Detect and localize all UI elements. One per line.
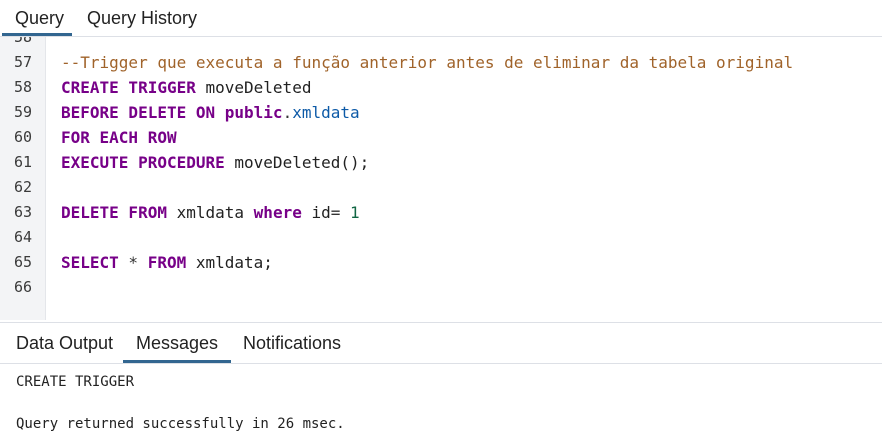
line-number: 59: [13, 103, 33, 121]
code-token: xmldata: [166, 203, 254, 222]
code-token: moveDeleted: [195, 78, 312, 97]
code-line: 60 FOR EACH ROW: [0, 125, 882, 150]
line-number: 58: [13, 78, 33, 96]
code-token: SELECT: [61, 253, 119, 272]
code-text: EXECUTE PROCEDURE moveDeleted();: [61, 150, 369, 175]
results-tab-bar: Data Output Messages Notifications: [0, 323, 882, 364]
code-token: public: [224, 103, 283, 122]
code-token: FOR EACH ROW: [61, 128, 177, 147]
code-line: 59 BEFORE DELETE ON public.xmldata: [0, 100, 882, 125]
code-token: moveDeleted();: [224, 153, 370, 172]
line-number: 61: [13, 153, 33, 171]
code-token: xmldata: [292, 103, 360, 122]
line-number: 66: [13, 278, 33, 296]
active-results-tab-indicator: [123, 360, 231, 363]
code-token: =: [330, 203, 341, 222]
message-line: CREATE TRIGGER: [16, 374, 135, 390]
results-panel: Data Output Messages Notifications CREAT…: [0, 322, 882, 446]
line-number: 57: [13, 53, 33, 71]
code-token: CREATE TRIGGER: [61, 78, 196, 97]
code-line: 58 CREATE TRIGGER moveDeleted: [0, 75, 882, 100]
code-token: BEFORE DELETE ON: [61, 103, 216, 122]
code-text: SELECT * FROM xmldata;: [61, 250, 273, 275]
code-line: 62: [0, 175, 882, 200]
line-number: 60: [13, 128, 33, 146]
tab-messages[interactable]: Messages: [136, 323, 218, 363]
code-line: 61 EXECUTE PROCEDURE moveDeleted();: [0, 150, 882, 175]
line-number: 65: [13, 253, 33, 271]
code-token: --Trigger que executa a função anterior …: [61, 53, 794, 72]
code-token: 1: [340, 203, 360, 222]
code-text: DELETE FROM xmldata where id= 1: [61, 200, 360, 225]
code-text: FOR EACH ROW: [61, 125, 177, 150]
code-token: FROM: [147, 253, 187, 272]
line-number: 63: [13, 203, 33, 221]
line-number: 62: [13, 178, 33, 196]
code-token: .: [282, 103, 293, 122]
code-token: *: [118, 253, 148, 272]
tab-query-history[interactable]: Query History: [87, 0, 197, 37]
code-line: 64: [0, 225, 882, 250]
code-token: where: [253, 203, 302, 222]
code-text: BEFORE DELETE ON public.xmldata: [61, 100, 360, 125]
code-line: 58: [0, 37, 882, 50]
line-number: 64: [13, 228, 33, 246]
code-token: DELETE FROM: [61, 203, 167, 222]
code-line: 57 --Trigger que executa a função anterio…: [0, 50, 882, 75]
code-token: EXECUTE PROCEDURE: [61, 153, 225, 172]
sql-editor[interactable]: 58 57 --Trigger que executa a função anter…: [0, 37, 882, 320]
code-token: xmldata;: [186, 253, 273, 272]
message-line: Query returned successfully in 26 msec.: [16, 416, 345, 432]
code-text: --Trigger que executa a função anterior …: [61, 50, 793, 75]
tab-query[interactable]: Query: [15, 0, 64, 37]
tab-data-output[interactable]: Data Output: [16, 323, 113, 363]
active-tab-indicator: [2, 33, 72, 36]
query-tab-bar: Query Query History: [0, 0, 882, 37]
code-text: CREATE TRIGGER moveDeleted: [61, 75, 311, 100]
code-line: 63 DELETE FROM xmldata where id= 1: [0, 200, 882, 225]
code-line: 65 SELECT * FROM xmldata;: [0, 250, 882, 275]
code-line: 66: [0, 275, 882, 300]
code-token: id: [301, 203, 331, 222]
tab-notifications[interactable]: Notifications: [243, 323, 341, 363]
line-number: 58: [13, 37, 33, 46]
